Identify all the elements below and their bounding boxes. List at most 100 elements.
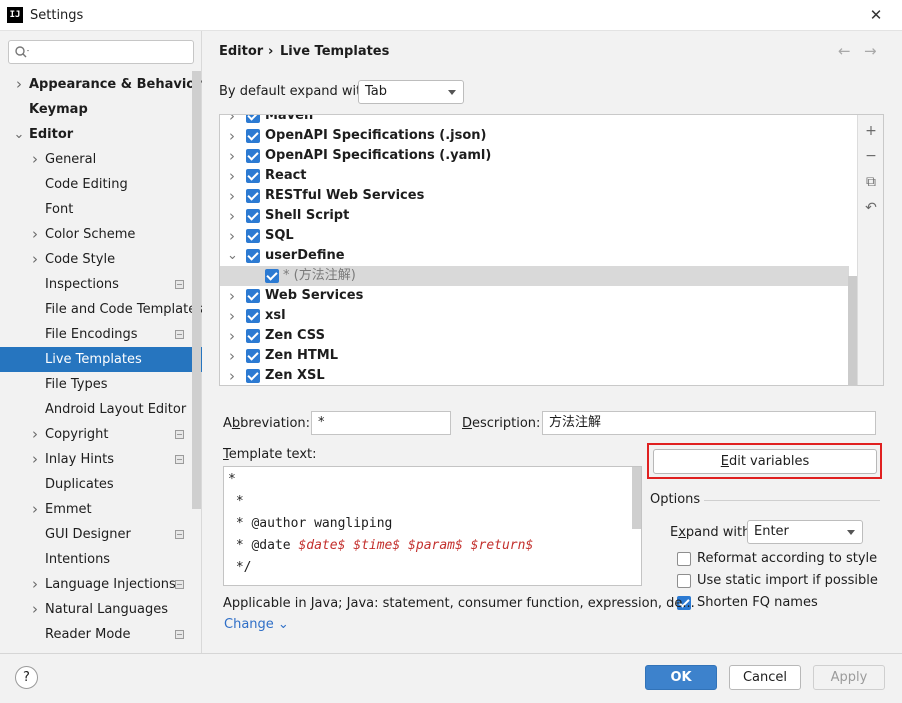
- chevron-right-icon[interactable]: ›: [227, 206, 237, 226]
- sidebar-item-color-scheme[interactable]: › Color Scheme: [0, 222, 202, 247]
- sidebar-item-editor[interactable]: ⌄ Editor: [0, 122, 202, 147]
- sidebar-item-file-types[interactable]: File Types: [0, 372, 202, 397]
- back-arrow-icon[interactable]: ←: [838, 42, 851, 60]
- template-checkbox[interactable]: [246, 149, 260, 163]
- template-group-row[interactable]: › React: [220, 166, 849, 186]
- close-icon[interactable]: ✕: [866, 5, 886, 25]
- help-button[interactable]: ?: [15, 666, 38, 689]
- template-checkbox[interactable]: [246, 249, 260, 263]
- sidebar-item-general[interactable]: › General: [0, 147, 202, 172]
- restore-icon[interactable]: ↶: [858, 198, 884, 218]
- apply-button[interactable]: Apply: [813, 665, 885, 690]
- template-group-row[interactable]: › OpenAPI Specifications (.json): [220, 126, 849, 146]
- chevron-right-icon[interactable]: ›: [13, 72, 25, 97]
- template-group-row[interactable]: › Zen HTML: [220, 346, 849, 366]
- sidebar-item-natural-languages[interactable]: › Natural Languages: [0, 597, 202, 622]
- template-group-row[interactable]: › RESTful Web Services: [220, 186, 849, 206]
- chevron-right-icon[interactable]: ›: [29, 572, 41, 597]
- chevron-right-icon[interactable]: ›: [227, 186, 237, 206]
- chevron-down-icon[interactable]: ⌄: [227, 246, 238, 266]
- settings-search-input[interactable]: [8, 40, 194, 64]
- template-text-editor[interactable]: * * * @author wangliping * @date $date$ …: [223, 466, 642, 586]
- expand-default-select[interactable]: Tab: [358, 80, 464, 104]
- chevron-right-icon[interactable]: ›: [29, 497, 41, 522]
- expand-with-select[interactable]: Enter: [747, 520, 863, 544]
- sidebar-item-font[interactable]: Font: [0, 197, 202, 222]
- project-settings-icon: [175, 580, 184, 589]
- template-group-row[interactable]: › SQL: [220, 226, 849, 246]
- chevron-right-icon[interactable]: ›: [29, 447, 41, 472]
- template-item-row[interactable]: * (方法注解): [220, 266, 849, 286]
- chevron-right-icon[interactable]: ›: [227, 115, 237, 126]
- sidebar-item-file-and-code-templates[interactable]: File and Code Templates: [0, 297, 202, 322]
- template-checkbox[interactable]: [246, 369, 260, 383]
- sidebar-scrollbar[interactable]: [192, 71, 201, 509]
- cancel-button[interactable]: Cancel: [729, 665, 801, 690]
- chevron-right-icon[interactable]: ›: [227, 306, 237, 326]
- sidebar-item-label: Emmet: [45, 502, 92, 517]
- template-group-row[interactable]: › Zen XSL: [220, 366, 849, 385]
- description-input[interactable]: 方法注解: [542, 411, 876, 435]
- template-group-row[interactable]: ⌄ userDefine: [220, 246, 849, 266]
- chevron-right-icon[interactable]: ›: [227, 366, 237, 385]
- forward-arrow-icon[interactable]: →: [864, 42, 877, 60]
- chevron-right-icon[interactable]: ›: [29, 247, 41, 272]
- chevron-right-icon[interactable]: ›: [227, 286, 237, 306]
- template-group-row[interactable]: › Web Services: [220, 286, 849, 306]
- chevron-right-icon[interactable]: ›: [227, 126, 237, 146]
- sidebar-item-reader-mode[interactable]: Reader Mode: [0, 622, 202, 647]
- template-checkbox[interactable]: [246, 209, 260, 223]
- breadcrumb-editor[interactable]: Editor: [219, 44, 263, 59]
- abbreviation-input[interactable]: *: [311, 411, 451, 435]
- templates-list-scrollbar[interactable]: [848, 276, 857, 386]
- template-checkbox[interactable]: [246, 329, 260, 343]
- template-group-row[interactable]: › Zen CSS: [220, 326, 849, 346]
- chevron-right-icon[interactable]: ›: [227, 166, 237, 186]
- sidebar-item-android-layout-editor[interactable]: Android Layout Editor: [0, 397, 202, 422]
- sidebar-item-inspections[interactable]: Inspections: [0, 272, 202, 297]
- sidebar-item-file-encodings[interactable]: File Encodings: [0, 322, 202, 347]
- chevron-right-icon[interactable]: ›: [227, 226, 237, 246]
- template-group-row[interactable]: › Shell Script: [220, 206, 849, 226]
- remove-icon[interactable]: −: [858, 146, 884, 166]
- template-checkbox[interactable]: [246, 169, 260, 183]
- copy-icon[interactable]: ⧉: [858, 172, 884, 192]
- chevron-right-icon[interactable]: ›: [29, 222, 41, 247]
- live-templates-list[interactable]: › Maven › OpenAPI Specifications (.json) › Op…: [219, 114, 884, 386]
- template-checkbox[interactable]: [246, 115, 260, 123]
- chevron-right-icon[interactable]: ›: [227, 326, 237, 346]
- add-icon[interactable]: +: [858, 121, 884, 141]
- template-group-row[interactable]: › Maven: [220, 115, 849, 126]
- change-context-link[interactable]: Change ⌄: [224, 617, 289, 632]
- sidebar-item-gui-designer[interactable]: GUI Designer: [0, 522, 202, 547]
- template-checkbox[interactable]: [246, 289, 260, 303]
- chevron-down-icon[interactable]: ⌄: [13, 122, 25, 147]
- template-group-row[interactable]: › OpenAPI Specifications (.yaml): [220, 146, 849, 166]
- sidebar-item-copyright[interactable]: › Copyright: [0, 422, 202, 447]
- template-checkbox[interactable]: [246, 309, 260, 323]
- sidebar-item-code-style[interactable]: › Code Style: [0, 247, 202, 272]
- sidebar-item-duplicates[interactable]: Duplicates: [0, 472, 202, 497]
- sidebar-item-emmet[interactable]: › Emmet: [0, 497, 202, 522]
- sidebar-item-intentions[interactable]: Intentions: [0, 547, 202, 572]
- template-group-row[interactable]: › xsl: [220, 306, 849, 326]
- template-checkbox[interactable]: [246, 129, 260, 143]
- template-checkbox[interactable]: [265, 269, 279, 283]
- ok-button[interactable]: OK: [645, 665, 717, 690]
- chevron-right-icon[interactable]: ›: [29, 147, 41, 172]
- sidebar-item-appearance-behavior[interactable]: › Appearance & Behavior: [0, 72, 202, 97]
- chevron-right-icon[interactable]: ›: [29, 422, 41, 447]
- chevron-right-icon[interactable]: ›: [29, 597, 41, 622]
- chevron-right-icon[interactable]: ›: [227, 346, 237, 366]
- template-checkbox[interactable]: [246, 229, 260, 243]
- sidebar-item-keymap[interactable]: Keymap: [0, 97, 202, 122]
- sidebar-item-inlay-hints[interactable]: › Inlay Hints: [0, 447, 202, 472]
- template-checkbox[interactable]: [246, 189, 260, 203]
- template-checkbox[interactable]: [246, 349, 260, 363]
- sidebar-item-live-templates[interactable]: Live Templates: [0, 347, 202, 372]
- chevron-right-icon[interactable]: ›: [227, 146, 237, 166]
- edit-variables-button[interactable]: Edit variables: [653, 449, 877, 474]
- sidebar-item-language-injections[interactable]: › Language Injections: [0, 572, 202, 597]
- template-text-scrollbar[interactable]: [632, 467, 641, 529]
- sidebar-item-code-editing[interactable]: Code Editing: [0, 172, 202, 197]
